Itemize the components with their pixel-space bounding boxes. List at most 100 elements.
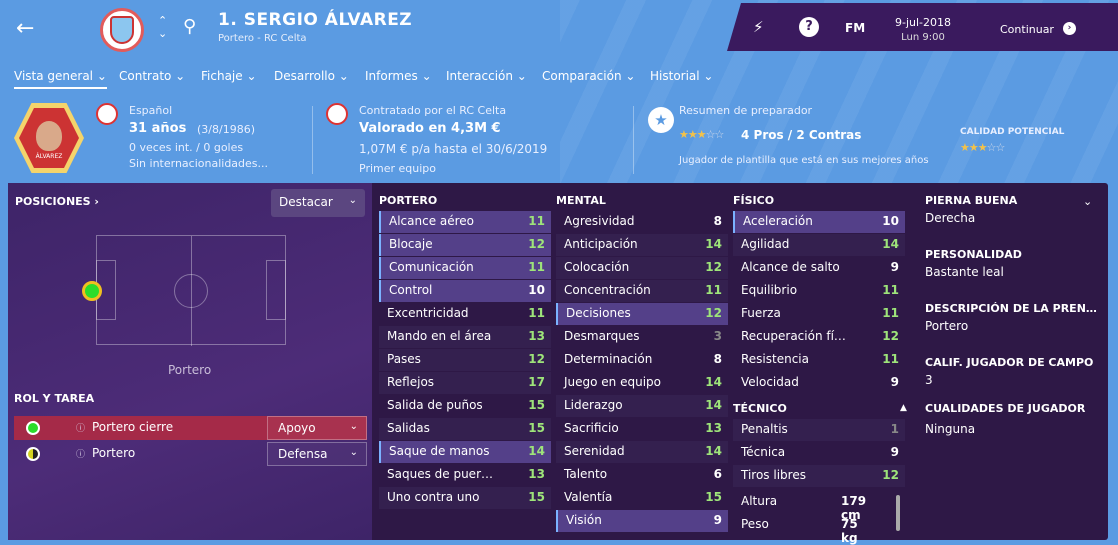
- attribute-row[interactable]: Fuerza 11: [733, 303, 905, 325]
- attribute-row[interactable]: Técnica 9: [733, 442, 905, 464]
- attribute-row[interactable]: Liderazgo 14: [556, 395, 728, 417]
- attribute-row[interactable]: Valentía 15: [556, 487, 728, 509]
- attribute-row[interactable]: Alcance aéreo 11: [379, 211, 551, 233]
- tab-transfer[interactable]: Fichaje ⌄: [201, 69, 257, 83]
- goalkeeper-position-marker[interactable]: [82, 281, 102, 301]
- attribute-row[interactable]: Velocidad 9: [733, 372, 905, 394]
- attribute-row[interactable]: Tiros libres 12: [733, 465, 905, 487]
- tab-reports[interactable]: Informes ⌄: [365, 69, 432, 83]
- attribute-row[interactable]: Aceleración 10: [733, 211, 905, 233]
- fm-menu[interactable]: FM: [845, 21, 865, 35]
- tab-history[interactable]: Historial ⌄: [650, 69, 713, 83]
- attribute-value: 9: [713, 513, 722, 527]
- collapse-icon[interactable]: ▲: [900, 403, 907, 413]
- tab-overview[interactable]: Vista general ⌄: [14, 69, 107, 89]
- attribute-row[interactable]: Recuperación fí… 12: [733, 326, 905, 348]
- attribute-row[interactable]: Agilidad 14: [733, 234, 905, 256]
- attribute-name: Valentía: [564, 490, 613, 504]
- attribute-row[interactable]: Anticipación 14: [556, 234, 728, 256]
- attribute-name: Liderazgo: [564, 398, 623, 412]
- continue-button[interactable]: Continuar: [1000, 23, 1054, 36]
- chevron-down-icon: ⌄: [349, 447, 358, 458]
- attribute-row[interactable]: Determinación 8: [556, 349, 728, 371]
- highlight-dropdown[interactable]: Destacar ⌄: [271, 189, 365, 217]
- attribute-name: Fuerza: [741, 306, 781, 320]
- attribute-row[interactable]: Saques de puer… 13: [379, 464, 551, 486]
- attribute-row[interactable]: Talento 6: [556, 464, 728, 486]
- attribute-row[interactable]: Resistencia 11: [733, 349, 905, 371]
- attribute-row[interactable]: Juego en equipo 14: [556, 372, 728, 394]
- attribute-row[interactable]: Desmarques 3: [556, 326, 728, 348]
- attribute-row[interactable]: Saque de manos 14: [379, 441, 551, 463]
- attribute-value: 15: [705, 490, 722, 504]
- chevron-down-icon: ⌄: [348, 195, 357, 206]
- attribute-row[interactable]: Reflejos 17: [379, 372, 551, 394]
- attribute-value: 3: [713, 329, 722, 343]
- attribute-row[interactable]: Mando en el área 13: [379, 326, 551, 348]
- chevron-down-icon[interactable]: ⌄: [1083, 195, 1092, 208]
- back-arrow-icon[interactable]: ←: [16, 16, 34, 41]
- attribute-row[interactable]: Excentricidad 11: [379, 303, 551, 325]
- attribute-row[interactable]: Agresividad 8: [556, 211, 728, 233]
- attribute-row[interactable]: Uno contra uno 15: [379, 487, 551, 509]
- info-icon[interactable]: ⓘ: [76, 421, 86, 434]
- attribute-row[interactable]: Serenidad 14: [556, 441, 728, 463]
- attribute-row[interactable]: Control 10: [379, 280, 551, 302]
- role-row[interactable]: ⓘ Portero Defensa ⌄: [14, 442, 367, 466]
- time-text: Lun 9:00: [901, 32, 945, 43]
- role-row[interactable]: ⓘ Portero cierre Apoyo ⌄: [14, 416, 367, 440]
- top-bar: ← ⌃ ⌄ ⚲ 1. SERGIO ÁLVAREZ Portero - RC Ce…: [0, 0, 1118, 58]
- attribute-name: Salida de puños: [387, 398, 483, 412]
- right-title: DESCRIPCIÓN DE LA PREN…: [925, 302, 1097, 315]
- world-icon[interactable]: ⚡: [753, 18, 764, 36]
- attribute-row[interactable]: Concentración 11: [556, 280, 728, 302]
- duty-dropdown[interactable]: Apoyo ⌄: [267, 416, 367, 440]
- attribute-row[interactable]: Blocaje 12: [379, 234, 551, 256]
- attribute-value: 12: [528, 237, 545, 251]
- search-icon[interactable]: ⚲: [183, 16, 196, 37]
- attribute-row[interactable]: Equilibrio 11: [733, 280, 905, 302]
- attribute-name: Técnica: [741, 445, 786, 459]
- tab-comparison[interactable]: Comparación ⌄: [542, 69, 635, 83]
- attribute-value: 12: [705, 306, 722, 320]
- continue-arrow-icon[interactable]: ›: [1063, 22, 1076, 35]
- squad-status: Primer equipo: [359, 162, 437, 175]
- attribute-row[interactable]: Colocación 12: [556, 257, 728, 279]
- help-icon[interactable]: ?: [799, 17, 819, 37]
- pitch-diagram: [96, 235, 286, 346]
- attribute-name: Reflejos: [387, 375, 435, 389]
- tab-development[interactable]: Desarrollo ⌄: [274, 69, 349, 83]
- attribute-row[interactable]: Alcance de salto 9: [733, 257, 905, 279]
- right-value: Ninguna: [925, 422, 976, 436]
- attribute-name: Saque de manos: [389, 444, 490, 458]
- attribute-name: Equilibrio: [741, 283, 798, 297]
- scrollbar[interactable]: [896, 495, 900, 531]
- right-value: 3: [925, 373, 933, 387]
- attribute-value: 11: [882, 306, 899, 320]
- role-name: Portero: [92, 446, 136, 460]
- info-icon[interactable]: ⓘ: [76, 447, 86, 460]
- attribute-name: Alcance aéreo: [389, 214, 475, 228]
- positions-panel: POSICIONES › Destacar ⌄ Portero ROL Y TAR…: [8, 183, 372, 540]
- attribute-row[interactable]: Salida de puños 15: [379, 395, 551, 417]
- attribute-row[interactable]: Salidas 15: [379, 418, 551, 440]
- attribute-row[interactable]: Penaltis 1: [733, 419, 905, 441]
- attribute-row[interactable]: Visión 9: [556, 510, 728, 532]
- attribute-value: 12: [882, 468, 899, 482]
- tab-contract[interactable]: Contrato ⌄: [119, 69, 185, 83]
- main-panel: POSICIONES › Destacar ⌄ Portero ROL Y TAR…: [8, 183, 1108, 545]
- attribute-value: 10: [882, 214, 899, 228]
- role-suitability-icon: [26, 447, 40, 461]
- attribute-row[interactable]: Comunicación 11: [379, 257, 551, 279]
- attribute-row[interactable]: Decisiones 12: [556, 303, 728, 325]
- prev-next-player[interactable]: ⌃ ⌄: [158, 14, 167, 40]
- duty-dropdown[interactable]: Defensa ⌄: [267, 442, 367, 466]
- international-status: Sin internacionalidades...: [129, 157, 269, 170]
- attribute-row[interactable]: Sacrificio 13: [556, 418, 728, 440]
- positions-title[interactable]: POSICIONES ›: [15, 195, 99, 208]
- tab-interaction[interactable]: Interacción ⌄: [446, 69, 527, 83]
- player-wage: 1,07M € p/a hasta el 30/6/2019: [359, 142, 548, 156]
- attribute-row[interactable]: Pases 12: [379, 349, 551, 371]
- pros-cons[interactable]: 4 Pros / 2 Contras: [741, 128, 861, 142]
- height-stat: Altura 179 cm: [741, 494, 866, 522]
